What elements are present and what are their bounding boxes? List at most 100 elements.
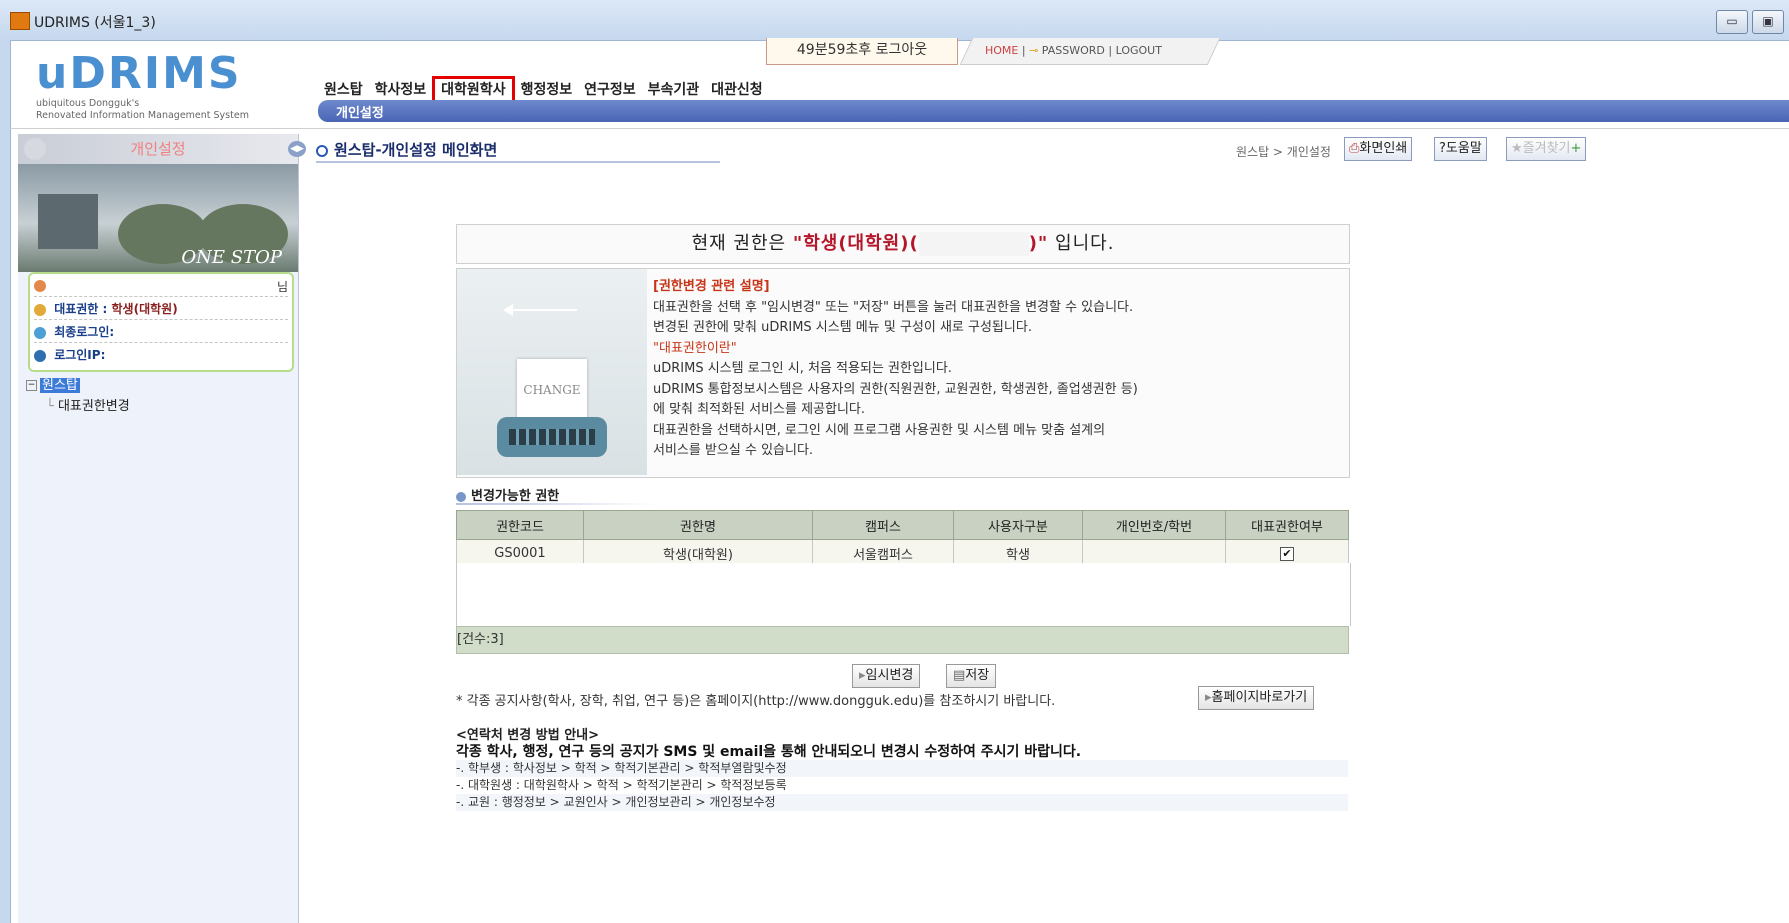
- info-line: 변경된 권한에 맞춰 uDRIMS 시스템 메뉴 및 구성이 새로 구성됩니다.: [653, 320, 1032, 335]
- col-header[interactable]: 사용자구분: [953, 510, 1083, 540]
- homepage-label: 홈페이지바로가기: [1211, 690, 1308, 705]
- info-text: [권한변경 관련 설명] 대표권한을 선택 후 "임시변경" 또는 "저장" 버…: [653, 277, 1343, 462]
- role-suffix: 입니다.: [1048, 233, 1115, 254]
- help-button[interactable]: ?도움말: [1434, 137, 1487, 161]
- panel-toggle-icon[interactable]: ◀▶: [288, 141, 306, 157]
- col-header[interactable]: 개인번호/학번: [1082, 510, 1226, 540]
- col-header[interactable]: 권한코드: [456, 510, 584, 540]
- save-label: 저장: [965, 668, 990, 683]
- table-empty-area: [456, 563, 1351, 626]
- info-line: 대표권한을 선택 후 "임시변경" 또는 "저장" 버튼을 눌러 대표권한을 변…: [653, 299, 1134, 315]
- print-button[interactable]: ⎙화면인쇄: [1344, 137, 1413, 161]
- current-role: "학생(대학원)(: [792, 233, 919, 254]
- info-icon: [34, 349, 46, 362]
- save-button[interactable]: ▤저장: [946, 664, 997, 688]
- tree-root-label[interactable]: 원스탑: [40, 378, 80, 393]
- info-line: uDRIMS 통합정보시스템은 사용자의 권한(직원권한, 교원권한, 학생권한…: [653, 381, 1138, 397]
- list-item: -. 교원 : 행정정보 > 교원인사 > 개인정보관리 > 개인정보수정: [456, 794, 1348, 811]
- title-underline: [316, 161, 720, 163]
- header-divider: [10, 128, 1789, 129]
- breadcrumb: 원스탑 > 개인설정: [1236, 145, 1331, 159]
- campus-banner: ONE STOP: [18, 164, 298, 272]
- col-header[interactable]: 캠퍼스: [812, 510, 954, 540]
- login-ip-label: 로그인IP:: [54, 348, 106, 362]
- contact-list: -. 학부생 : 학사정보 > 학적 > 학적기본관리 > 학적부열람및수정 -…: [456, 760, 1348, 811]
- sub-nav: 개인설정: [318, 100, 1789, 122]
- divider: [34, 296, 288, 297]
- info-line: 대표권한을 선택하시면, 로그인 시에 프로그램 사용권한 및 시스템 메뉴 맞…: [653, 422, 1106, 438]
- info-line: 서비스를 받으실 수 있습니다.: [653, 443, 814, 458]
- menu-tree: − 원스탑 └ 대표권한변경: [26, 374, 130, 414]
- role-value: 학생(대학원): [111, 302, 178, 316]
- top-links: HOME | ⊸ PASSWORD | LOGOUT: [985, 44, 1162, 57]
- logo-sub-line2: Renovated Information Management System: [36, 110, 249, 121]
- contact-desc: 각종 학사, 행정, 연구 등의 공지가 SMS 및 email을 통해 안내되…: [456, 744, 1082, 760]
- temp-change-button[interactable]: ▸임시변경: [852, 664, 921, 688]
- divider: [34, 342, 288, 343]
- col-header[interactable]: 권한명: [583, 510, 813, 540]
- print-label: 화면인쇄: [1359, 141, 1408, 156]
- record-count: [건수:3]: [456, 626, 1349, 654]
- collapse-icon[interactable]: −: [26, 380, 37, 391]
- tree-item-label[interactable]: 대표권한변경: [58, 399, 130, 414]
- plus-icon: +: [1570, 141, 1582, 156]
- masked-id: [918, 232, 1029, 256]
- table-header-row: 권한코드 권한명 캠퍼스 사용자구분 개인번호/학번 대표권한여부: [456, 510, 1349, 540]
- role-label: 대표권한 :: [54, 302, 108, 316]
- maximize-button[interactable]: ▣: [1752, 10, 1784, 34]
- user-suffix: 님: [276, 280, 288, 294]
- temp-change-label: 임시변경: [865, 668, 914, 683]
- homepage-button[interactable]: ▸홈페이지바로가기: [1198, 686, 1315, 710]
- subnav-personal-settings[interactable]: 개인설정: [336, 102, 384, 121]
- banner-text: ONE STOP: [181, 247, 282, 268]
- udrims-logo[interactable]: uDRIMS: [36, 52, 242, 96]
- window-title: UDRIMS (서울1_3): [34, 15, 156, 31]
- tree-line: └: [46, 399, 58, 414]
- role-table: 권한코드 권한명 캠퍼스 사용자구분 개인번호/학번 대표권한여부 GS0001…: [456, 510, 1349, 567]
- minimize-button[interactable]: ▭: [1716, 10, 1748, 34]
- page-title-text: 원스탑-개인설정 메인화면: [334, 141, 498, 159]
- tree-root[interactable]: − 원스탑: [26, 374, 130, 393]
- role-prefix: 현재 권한은: [691, 233, 793, 254]
- globe-icon: [34, 326, 46, 339]
- role-row: 대표권한 : 학생(대학원): [34, 300, 178, 317]
- left-panel-title: 개인설정: [18, 134, 298, 164]
- key-icon: ⊸: [1029, 44, 1039, 57]
- typewriter-keys: [509, 429, 595, 445]
- last-login-label: 최종로그인:: [54, 325, 115, 339]
- list-item: -. 학부생 : 학사정보 > 학적 > 학적기본관리 > 학적부열람및수정: [456, 760, 1348, 777]
- logout-link[interactable]: LOGOUT: [1116, 44, 1162, 57]
- info-line: uDRIMS 시스템 로그인 시, 처음 적용되는 권한입니다.: [653, 361, 952, 376]
- logout-timer: 49분59초후 로그아웃: [766, 38, 958, 65]
- ring-decoration: [24, 138, 46, 160]
- section-title-text: 변경가능한 권한: [471, 489, 560, 504]
- bullet-icon: [456, 491, 466, 502]
- home-link[interactable]: HOME: [985, 44, 1018, 57]
- help-label: 도움말: [1445, 141, 1482, 156]
- col-header[interactable]: 대표권한여부: [1225, 510, 1349, 540]
- window-frame: [0, 40, 11, 923]
- role-icon: [34, 303, 46, 316]
- default-role-checkbox[interactable]: ✔: [1280, 546, 1294, 561]
- page-title: 원스탑-개인설정 메인화면: [316, 139, 497, 160]
- role-close: )": [1028, 233, 1049, 254]
- logo-subtitle: ubiquitous Dongguk's Renovated Informati…: [36, 98, 249, 122]
- info-subheading: "대표권한이란": [653, 340, 737, 356]
- change-illustration: CHANGE: [457, 269, 647, 475]
- last-login-row: 최종로그인:: [34, 323, 114, 340]
- info-box: CHANGE [권한변경 관련 설명] 대표권한을 선택 후 "임시변경" 또는…: [456, 268, 1350, 478]
- section-title: 변경가능한 권한: [456, 485, 559, 504]
- section-underline: [456, 503, 656, 505]
- app-icon: [10, 12, 30, 30]
- favorite-button[interactable]: ★즐겨찾기+: [1506, 137, 1587, 161]
- logo-sub-line1: ubiquitous Dongguk's: [36, 98, 140, 109]
- window-titlebar: UDRIMS (서울1_3) ▭ ▣: [0, 0, 1789, 41]
- printer-icon: ⎙: [1349, 141, 1360, 156]
- password-link[interactable]: PASSWORD: [1042, 44, 1105, 57]
- user-icon: [34, 279, 46, 292]
- help-icon: ?: [1439, 141, 1446, 156]
- tree-item-role-change[interactable]: └ 대표권한변경: [46, 395, 130, 414]
- info-line: 에 맞춰 최적화된 서비스를 제공합니다.: [653, 402, 866, 417]
- link-separator: |: [1021, 44, 1030, 57]
- notice-text: * 각종 공지사항(학사, 장학, 취업, 연구 등)은 홈페이지(http:/…: [456, 694, 1056, 709]
